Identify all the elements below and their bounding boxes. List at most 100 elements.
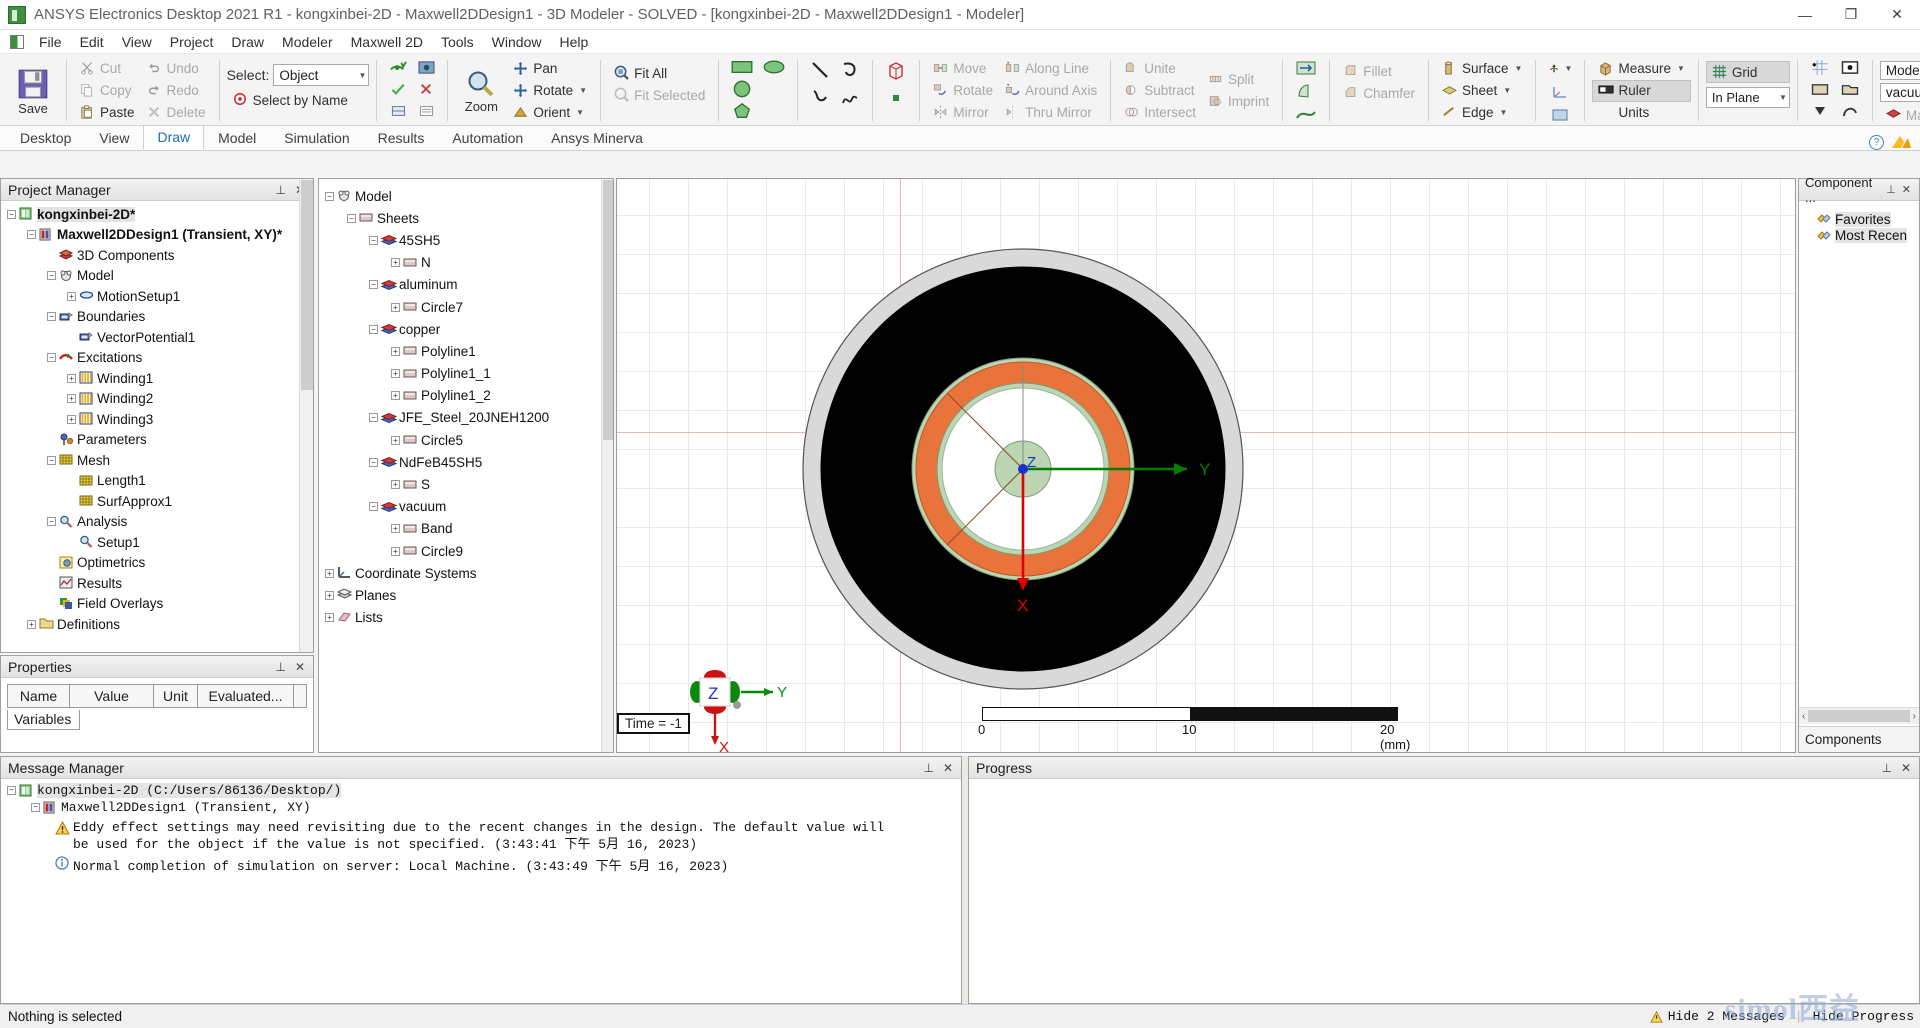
draw-circle-icon[interactable]: [730, 79, 754, 99]
tree-node[interactable]: Parameters: [3, 430, 313, 451]
unite-button[interactable]: Unite: [1118, 58, 1202, 80]
pin-icon[interactable]: ⊥: [1886, 183, 1896, 196]
tree-node[interactable]: + S: [321, 473, 613, 495]
message-row-warning[interactable]: Eddy effect settings may need revisiting…: [5, 819, 961, 853]
zoom-button[interactable]: Zoom: [455, 56, 507, 125]
duplicate-around-axis-button[interactable]: Around Axis: [999, 80, 1103, 102]
draw-point-icon[interactable]: [762, 79, 786, 99]
fillet-button[interactable]: Fillet: [1337, 60, 1421, 82]
properties-tab-variables[interactable]: Variables: [7, 710, 81, 730]
tree-node[interactable]: + Polyline1_1: [321, 363, 613, 385]
snap-midpoint-icon[interactable]: [1808, 101, 1832, 121]
local-cs-icon[interactable]: [1548, 82, 1572, 102]
delete-button[interactable]: Delete: [141, 102, 212, 124]
expand-toggle-icon[interactable]: +: [67, 394, 76, 404]
sheet-button[interactable]: Sheet ▼: [1436, 80, 1528, 102]
collapse-toggle-icon[interactable]: −: [47, 312, 56, 322]
ruler-button[interactable]: Ruler: [1592, 79, 1691, 102]
chevron-down-icon[interactable]: ▼: [579, 86, 587, 95]
snap-edge-icon[interactable]: [1808, 79, 1832, 99]
draw-rectangle-icon[interactable]: [730, 57, 754, 77]
tree-node[interactable]: − Model: [3, 266, 313, 287]
collapse-toggle-icon[interactable]: −: [47, 455, 56, 465]
paste-button[interactable]: Paste: [74, 102, 141, 124]
collapse-toggle-icon[interactable]: −: [369, 280, 378, 290]
components-item-most-recent[interactable]: Most Recen: [1805, 228, 1919, 245]
pin-icon[interactable]: ⊥: [1881, 761, 1891, 775]
show-all-icon[interactable]: [386, 57, 410, 77]
collapse-toggle-icon[interactable]: −: [47, 353, 56, 363]
scroll-right-icon[interactable]: ›: [1913, 711, 1919, 722]
tree-node[interactable]: − 45SH5: [321, 229, 613, 251]
collapse-toggle-icon[interactable]: −: [325, 191, 334, 201]
hide-window-icon[interactable]: [414, 57, 438, 77]
tree-node[interactable]: − Analysis: [3, 512, 313, 533]
tree-node[interactable]: − Sheets: [321, 207, 613, 229]
expand-toggle-icon[interactable]: +: [391, 435, 400, 445]
tree-node[interactable]: + Polyline1: [321, 340, 613, 362]
tree-node[interactable]: − Model: [321, 185, 613, 207]
collapse-toggle-icon[interactable]: −: [369, 457, 378, 467]
menu-tools[interactable]: Tools: [432, 32, 483, 52]
tree-node[interactable]: − JFE_Steel_20JNEH1200: [321, 407, 613, 429]
expand-toggle-icon[interactable]: +: [67, 414, 76, 424]
tab-results[interactable]: Results: [364, 126, 439, 150]
project-tree-scrollbar[interactable]: [299, 179, 313, 652]
subtract-button[interactable]: Subtract: [1118, 80, 1202, 102]
chamfer-button[interactable]: Chamfer: [1337, 82, 1421, 104]
collapse-toggle-icon[interactable]: −: [47, 271, 56, 281]
tree-node[interactable]: Optimetrics: [3, 553, 313, 574]
tree-node[interactable]: Field Overlays: [3, 594, 313, 615]
menu-modeler[interactable]: Modeler: [273, 32, 342, 52]
close-icon[interactable]: ✕: [943, 761, 953, 775]
save-button[interactable]: Save: [7, 56, 59, 125]
tree-node[interactable]: + Winding2: [3, 389, 313, 410]
collapse-toggle-icon[interactable]: −: [369, 502, 378, 512]
tree-node[interactable]: − Boundaries: [3, 307, 313, 328]
snap-vertex-icon[interactable]: [1838, 57, 1862, 77]
collapse-toggle-icon[interactable]: −: [347, 213, 356, 223]
message-row-info[interactable]: Normal completion of simulation on serve…: [5, 855, 961, 874]
minimize-button[interactable]: —: [1782, 0, 1828, 30]
expand-toggle-icon[interactable]: +: [391, 546, 400, 556]
tree-node[interactable]: − copper: [321, 318, 613, 340]
tree-node[interactable]: + Planes: [321, 584, 613, 606]
tree-node[interactable]: + Winding1: [3, 368, 313, 389]
expand-toggle-icon[interactable]: +: [391, 302, 400, 312]
expand-toggle-icon[interactable]: +: [391, 258, 400, 268]
tree-node[interactable]: − kongxinbei-2D*: [3, 204, 313, 225]
expand-toggle-icon[interactable]: +: [391, 346, 400, 356]
chevron-down-icon[interactable]: ▼: [1515, 64, 1523, 73]
tree-node[interactable]: − aluminum: [321, 274, 613, 296]
tree-node[interactable]: SurfApprox1: [3, 491, 313, 512]
duplicate-along-line-button[interactable]: Along Line: [999, 58, 1103, 80]
rotate-button[interactable]: Rotate ▼: [507, 80, 593, 102]
tree-node[interactable]: VectorPotential1: [3, 327, 313, 348]
select-mode-dropdown[interactable]: Object ▼: [273, 64, 370, 86]
tab-automation[interactable]: Automation: [438, 126, 537, 150]
tab-ansys-minerva[interactable]: Ansys Minerva: [537, 126, 657, 150]
tab-simulation[interactable]: Simulation: [270, 126, 363, 150]
grid-plane-dropdown[interactable]: In Plane ▼: [1705, 87, 1790, 108]
show-all-objects-icon[interactable]: [386, 101, 410, 121]
expand-toggle-icon[interactable]: +: [391, 524, 400, 534]
components-tree[interactable]: Favorites Most Recen: [1799, 201, 1919, 244]
menu-edit[interactable]: Edit: [71, 32, 113, 52]
tree-node[interactable]: + Circle9: [321, 540, 613, 562]
menu-window[interactable]: Window: [483, 32, 551, 52]
view-list-icon[interactable]: [414, 101, 438, 121]
menu-file[interactable]: File: [30, 32, 71, 52]
move-button[interactable]: Move: [927, 58, 999, 80]
collapse-toggle-icon[interactable]: −: [47, 517, 56, 527]
draw-point-small-icon[interactable]: [884, 88, 908, 108]
draw-arc-icon[interactable]: [838, 60, 862, 80]
close-button[interactable]: ✕: [1874, 0, 1920, 30]
column-header-evaluated[interactable]: Evaluated...: [198, 685, 294, 707]
material-dropdown[interactable]: vacuum ▼: [1879, 83, 1920, 102]
tab-desktop[interactable]: Desktop: [6, 126, 85, 150]
tab-draw[interactable]: Draw: [143, 125, 205, 150]
snap-grid-icon[interactable]: [1808, 57, 1832, 77]
expand-toggle-icon[interactable]: +: [27, 619, 36, 629]
redo-button[interactable]: Redo: [141, 80, 212, 102]
menu-maxwell-2d[interactable]: Maxwell 2D: [342, 32, 432, 52]
